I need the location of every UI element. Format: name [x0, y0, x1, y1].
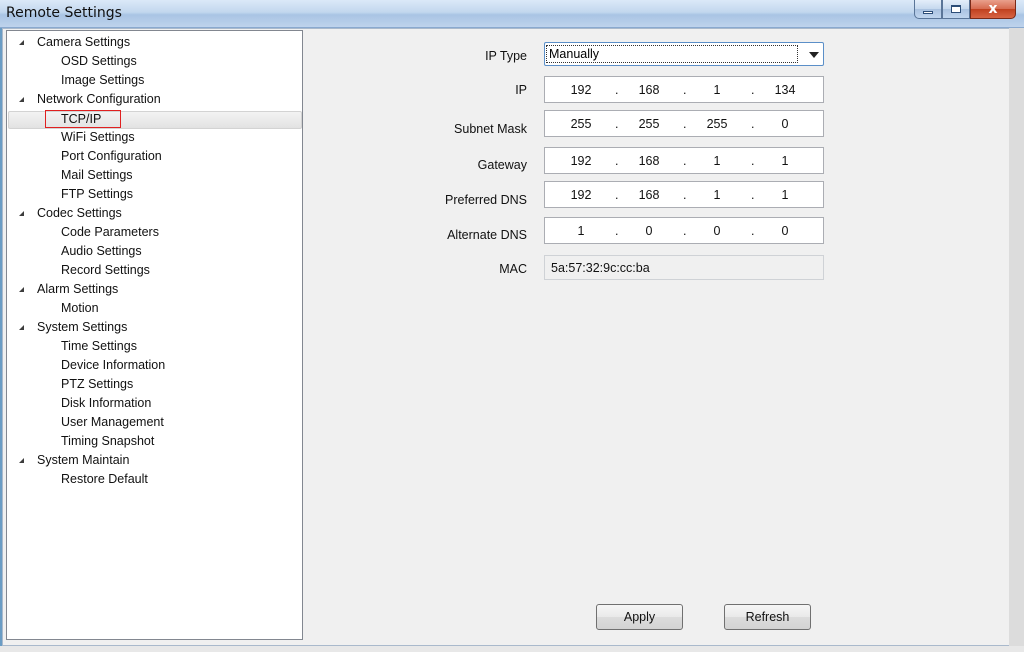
tree-item-image-settings[interactable]: Image Settings: [61, 71, 144, 90]
subnet-octet-1[interactable]: 255: [561, 117, 601, 131]
expanded-triangle-icon: [19, 325, 24, 330]
ip-octet-2[interactable]: 168: [629, 83, 669, 97]
octet-separator: .: [683, 117, 687, 131]
window-right-edge: [1009, 28, 1024, 652]
tree-item-port-configuration[interactable]: Port Configuration: [61, 147, 162, 166]
expanded-triangle-icon: [19, 287, 24, 292]
gateway-octet-2[interactable]: 168: [629, 154, 669, 168]
ip-type-select[interactable]: Manually: [544, 42, 824, 66]
tree-item-tcp-ip[interactable]: TCP/IP: [45, 110, 121, 128]
expanded-triangle-icon: [19, 40, 24, 45]
ip-octet-4[interactable]: 134: [765, 83, 805, 97]
gateway-octet-4[interactable]: 1: [765, 154, 805, 168]
ip-label: IP: [515, 83, 527, 97]
refresh-button[interactable]: Refresh: [724, 604, 811, 630]
settings-tree[interactable]: Camera Settings OSD Settings Image Setti…: [6, 30, 303, 640]
tree-item-timing-snapshot[interactable]: Timing Snapshot: [61, 432, 154, 451]
alternate-dns-octet-4[interactable]: 0: [765, 224, 805, 238]
tree-category-codec-settings[interactable]: Codec Settings: [19, 204, 122, 223]
minimize-button[interactable]: [914, 0, 942, 19]
alternate-dns-octet-3[interactable]: 0: [697, 224, 737, 238]
mac-address-field: 5a:57:32:9c:cc:ba: [544, 255, 824, 280]
octet-separator: .: [615, 154, 619, 168]
gateway-octet-1[interactable]: 192: [561, 154, 601, 168]
tree-item-time-settings[interactable]: Time Settings: [61, 337, 137, 356]
minimize-icon: [923, 10, 933, 14]
tree-item-user-management[interactable]: User Management: [61, 413, 164, 432]
alternate-dns-field[interactable]: 1 . 0 . 0 . 0: [544, 217, 824, 244]
close-button[interactable]: x: [970, 0, 1016, 19]
window-title: Remote Settings: [6, 5, 122, 21]
tree-category-system-maintain[interactable]: System Maintain: [19, 451, 129, 470]
octet-separator: .: [683, 154, 687, 168]
apply-button[interactable]: Apply: [596, 604, 683, 630]
tree-item-wifi-settings[interactable]: WiFi Settings: [61, 128, 135, 147]
octet-separator: .: [615, 117, 619, 131]
tree-item-osd-settings[interactable]: OSD Settings: [61, 52, 137, 71]
expanded-triangle-icon: [19, 97, 24, 102]
tree-item-restore-default[interactable]: Restore Default: [61, 470, 148, 489]
octet-separator: .: [751, 83, 755, 97]
octet-separator: .: [751, 224, 755, 238]
tree-item-ftp-settings[interactable]: FTP Settings: [61, 185, 133, 204]
subnet-octet-2[interactable]: 255: [629, 117, 669, 131]
octet-separator: .: [751, 188, 755, 202]
maximize-icon: [951, 5, 961, 13]
subnet-octet-3[interactable]: 255: [697, 117, 737, 131]
alternate-dns-label: Alternate DNS: [447, 228, 527, 242]
ip-octet-1[interactable]: 192: [561, 83, 601, 97]
ip-type-value: Manually: [546, 45, 798, 63]
gateway-label: Gateway: [477, 158, 527, 172]
ip-octet-3[interactable]: 1: [697, 83, 737, 97]
maximize-button[interactable]: [942, 0, 970, 19]
tcp-ip-form: IP Type Manually IP 192 . 168 . 1 . 134 …: [303, 29, 1018, 645]
alternate-dns-octet-1[interactable]: 1: [561, 224, 601, 238]
expanded-triangle-icon: [19, 458, 24, 463]
preferred-dns-octet-2[interactable]: 168: [629, 188, 669, 202]
expanded-triangle-icon: [19, 211, 24, 216]
chevron-down-icon[interactable]: [809, 52, 819, 58]
window-bottom-edge: [0, 646, 1024, 652]
tree-item-device-information[interactable]: Device Information: [61, 356, 165, 375]
tree-category-system-settings[interactable]: System Settings: [19, 318, 127, 337]
tree-item-audio-settings[interactable]: Audio Settings: [61, 242, 142, 261]
octet-separator: .: [683, 83, 687, 97]
title-bar: Remote Settings x: [0, 0, 1024, 28]
subnet-octet-4[interactable]: 0: [765, 117, 805, 131]
octet-separator: .: [615, 188, 619, 202]
preferred-dns-octet-3[interactable]: 1: [697, 188, 737, 202]
octet-separator: .: [683, 224, 687, 238]
tree-category-alarm-settings[interactable]: Alarm Settings: [19, 280, 118, 299]
mac-address-value: 5a:57:32:9c:cc:ba: [551, 261, 650, 275]
preferred-dns-octet-1[interactable]: 192: [561, 188, 601, 202]
gateway-field[interactable]: 192 . 168 . 1 . 1: [544, 147, 824, 174]
octet-separator: .: [683, 188, 687, 202]
preferred-dns-octet-4[interactable]: 1: [765, 188, 805, 202]
gateway-octet-3[interactable]: 1: [697, 154, 737, 168]
tree-category-network-configuration[interactable]: Network Configuration: [19, 90, 161, 109]
window-controls: x: [914, 0, 1016, 20]
octet-separator: .: [615, 224, 619, 238]
close-icon: x: [988, 1, 998, 17]
tree-item-motion[interactable]: Motion: [61, 299, 99, 318]
mac-label: MAC: [499, 262, 527, 276]
tree-item-code-parameters[interactable]: Code Parameters: [61, 223, 159, 242]
tree-item-mail-settings[interactable]: Mail Settings: [61, 166, 133, 185]
octet-separator: .: [751, 154, 755, 168]
dialog-client-area: Camera Settings OSD Settings Image Setti…: [2, 28, 1020, 646]
tree-item-ptz-settings[interactable]: PTZ Settings: [61, 375, 133, 394]
octet-separator: .: [751, 117, 755, 131]
tree-item-record-settings[interactable]: Record Settings: [61, 261, 150, 280]
ip-address-field[interactable]: 192 . 168 . 1 . 134: [544, 76, 824, 103]
tree-item-disk-information[interactable]: Disk Information: [61, 394, 151, 413]
preferred-dns-label: Preferred DNS: [445, 193, 527, 207]
preferred-dns-field[interactable]: 192 . 168 . 1 . 1: [544, 181, 824, 208]
ip-type-label: IP Type: [485, 49, 527, 63]
tree-category-camera-settings[interactable]: Camera Settings: [19, 33, 130, 52]
subnet-mask-label: Subnet Mask: [454, 122, 527, 136]
octet-separator: .: [615, 83, 619, 97]
alternate-dns-octet-2[interactable]: 0: [629, 224, 669, 238]
subnet-mask-field[interactable]: 255 . 255 . 255 . 0: [544, 110, 824, 137]
